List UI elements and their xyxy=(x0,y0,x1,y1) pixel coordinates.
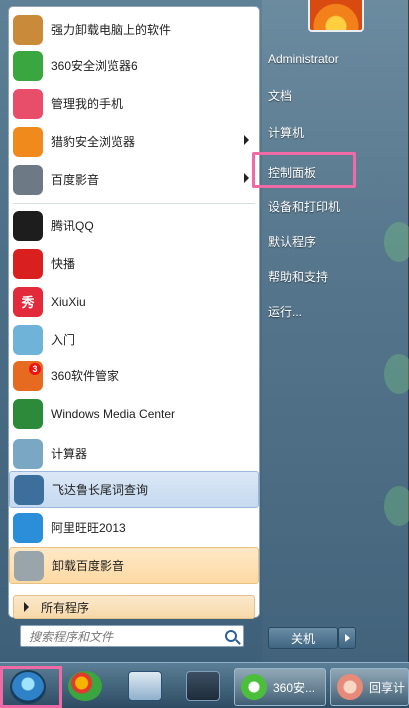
feidalu-icon xyxy=(14,474,44,505)
background-decoration xyxy=(384,486,409,526)
program-label: 飞达鲁长尾词查询 xyxy=(52,483,149,497)
taskbar-button-label: 360安... xyxy=(273,680,316,695)
cheetah-browser-icon xyxy=(13,126,43,157)
background-decoration xyxy=(384,354,409,394)
shutdown-label: 关机 xyxy=(290,631,315,646)
shutdown-options-button[interactable] xyxy=(338,627,356,649)
pinned-app-icon[interactable] xyxy=(68,671,102,701)
program-item[interactable]: 强力卸载电脑上的软件 xyxy=(9,11,259,48)
program-label: 腾讯QQ xyxy=(51,219,94,233)
360-browser-icon xyxy=(13,50,43,81)
pinned-editor-icon[interactable] xyxy=(128,671,162,701)
taskbar-button-label: 回享计 xyxy=(369,680,406,695)
program-item[interactable]: 快播 xyxy=(9,245,259,282)
program-item[interactable]: 管理我的手机 xyxy=(9,85,259,122)
baidu-player-icon xyxy=(13,164,43,195)
qq-penguin-icon xyxy=(13,210,43,241)
link-computer[interactable]: 计算机 xyxy=(268,124,304,141)
link-run[interactable]: 运行... xyxy=(268,303,302,320)
program-item[interactable]: 飞达鲁长尾词查询 xyxy=(9,471,259,508)
program-label: 猎豹安全浏览器 xyxy=(51,135,136,149)
program-label: 360安全浏览器6 xyxy=(51,59,138,73)
360-software-manager-icon: 3 xyxy=(13,360,43,391)
search-placeholder: 搜索程序和文件 xyxy=(29,629,114,644)
taskbar-app-button[interactable]: 回享计 xyxy=(330,668,409,706)
pinned-window-switch-icon[interactable] xyxy=(186,671,220,701)
uninstall-tool-icon xyxy=(13,14,43,45)
link-help-support[interactable]: 帮助和支持 xyxy=(268,268,328,285)
all-programs-label: 所有程序 xyxy=(41,600,90,615)
program-label: 入门 xyxy=(51,333,76,347)
program-item[interactable]: 入门 xyxy=(9,321,259,358)
aliwangwang-icon xyxy=(13,512,43,543)
program-label: 卸载百度影音 xyxy=(52,559,125,573)
program-label: 百度影音 xyxy=(51,173,100,187)
xiuxiu-icon: 秀 xyxy=(13,286,43,317)
taskbar-360-browser-button[interactable]: 360安... xyxy=(234,668,326,706)
program-item[interactable]: 计算器 xyxy=(9,435,259,472)
separator xyxy=(13,203,255,204)
program-item[interactable]: 3 360软件管家 xyxy=(9,357,259,394)
link-devices-printers[interactable]: 设备和打印机 xyxy=(268,198,340,215)
program-item[interactable]: 卸载百度影音 xyxy=(9,547,259,584)
program-label: 360软件管家 xyxy=(51,369,120,383)
background-decoration xyxy=(384,222,409,262)
link-default-programs[interactable]: 默认程序 xyxy=(268,233,316,250)
recycle-bin-icon xyxy=(14,550,44,581)
triangle-right-icon xyxy=(24,602,29,612)
programs-pane: 强力卸载电脑上的软件 360安全浏览器6 管理我的手机 猎豹安全浏览器 百度影音腾讯QQ… xyxy=(8,6,260,619)
all-programs-button[interactable]: 所有程序 xyxy=(13,595,255,619)
calculator-icon xyxy=(13,438,43,469)
program-item[interactable]: 阿里旺旺2013 xyxy=(9,509,259,546)
user-picture-flower[interactable] xyxy=(308,0,364,32)
program-item[interactable]: 360安全浏览器6 xyxy=(9,47,259,84)
program-label: 强力卸载电脑上的软件 xyxy=(51,23,172,37)
program-label: 计算器 xyxy=(51,447,88,461)
windows-media-center-icon xyxy=(13,398,43,429)
kuaibo-icon xyxy=(13,248,43,279)
submenu-arrow-icon xyxy=(244,173,249,183)
start-menu: 强力卸载电脑上的软件 360安全浏览器6 管理我的手机 猎豹安全浏览器 百度影音腾讯QQ… xyxy=(0,0,409,662)
start-highlight-box xyxy=(0,666,62,708)
link-documents[interactable]: 文档 xyxy=(268,87,292,104)
program-item[interactable]: 秀 XiuXiu xyxy=(9,283,259,320)
program-label: 快播 xyxy=(51,257,76,271)
program-item[interactable]: 猎豹安全浏览器 xyxy=(9,123,259,160)
badge-count: 3 xyxy=(29,362,41,375)
link-administrator[interactable]: Administrator xyxy=(268,52,339,66)
program-label: 阿里旺旺2013 xyxy=(51,521,126,535)
search-icon[interactable] xyxy=(225,630,237,642)
program-label: 管理我的手机 xyxy=(51,97,124,111)
getting-started-icon xyxy=(13,324,43,355)
avatar-icon xyxy=(337,674,363,700)
submenu-arrow-icon xyxy=(244,135,249,145)
program-item[interactable]: 百度影音 xyxy=(9,161,259,198)
phone-manager-icon xyxy=(13,88,43,119)
360-browser-icon xyxy=(241,674,267,700)
program-item[interactable]: Windows Media Center xyxy=(9,395,259,432)
program-label: Windows Media Center xyxy=(51,406,176,421)
program-label: XiuXiu xyxy=(51,294,86,309)
shutdown-button[interactable]: 关机 xyxy=(268,627,338,649)
program-item[interactable]: 腾讯QQ xyxy=(9,207,259,244)
highlight-box xyxy=(252,152,356,188)
search-input[interactable]: 搜索程序和文件 xyxy=(20,625,244,647)
